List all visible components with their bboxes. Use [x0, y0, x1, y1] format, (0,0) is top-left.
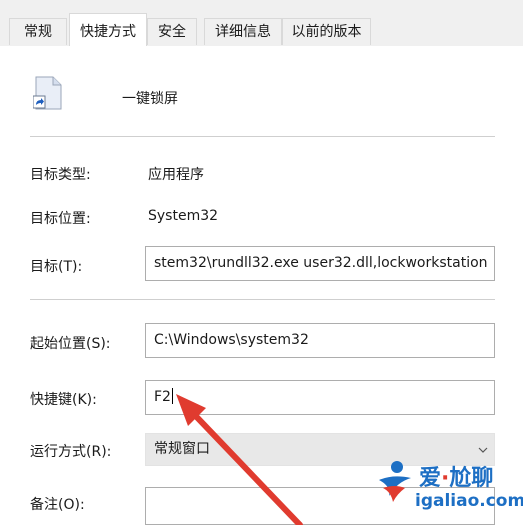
target-location-value: System32 [148, 208, 219, 224]
tab-previous-versions[interactable]: 以前的版本 [282, 18, 371, 45]
start-in-field[interactable]: C:\Windows\system32 [145, 323, 495, 358]
run-select-value: 常规窗口 [154, 441, 210, 457]
target-label: 目标(T): [30, 259, 83, 275]
tab-details[interactable]: 详细信息 [204, 18, 282, 45]
separator [30, 136, 495, 137]
run-label: 运行方式(R): [30, 444, 112, 460]
watermark-brand-left: 爱 [419, 466, 442, 491]
target-type-label: 目标类型: [30, 167, 91, 183]
separator [30, 299, 495, 300]
shortcut-key-label: 快捷键(K): [30, 392, 97, 408]
watermark-brand-right: 尬聊 [449, 466, 494, 491]
shortcut-file-icon [33, 76, 62, 110]
chevron-down-icon [478, 447, 488, 453]
shortcut-key-field[interactable]: F2 [145, 380, 495, 415]
tab-security[interactable]: 安全 [147, 18, 197, 45]
target-field[interactable]: stem32\rundll32.exe user32.dll,lockworks… [145, 246, 495, 281]
target-type-value: 应用程序 [148, 167, 204, 183]
shortcut-name: 一键锁屏 [122, 91, 178, 107]
tab-shortcut[interactable]: 快捷方式 [69, 13, 147, 47]
start-in-label: 起始位置(S): [30, 336, 111, 352]
tab-general[interactable]: 常规 [9, 18, 67, 45]
watermark-url: igaliao.com [415, 491, 523, 511]
text-caret [171, 388, 173, 404]
watermark-brand: 爱·尬聊 [419, 460, 493, 492]
target-location-label: 目标位置: [30, 211, 91, 227]
shortcut-key-value: F2 [154, 389, 171, 405]
comment-label: 备注(O): [30, 497, 85, 513]
watermark: 爱·尬聊 igaliao.com [375, 458, 523, 520]
brand-logo-icon [379, 461, 411, 502]
tab-bar: 常规 快捷方式 安全 详细信息 以前的版本 [0, 0, 523, 47]
